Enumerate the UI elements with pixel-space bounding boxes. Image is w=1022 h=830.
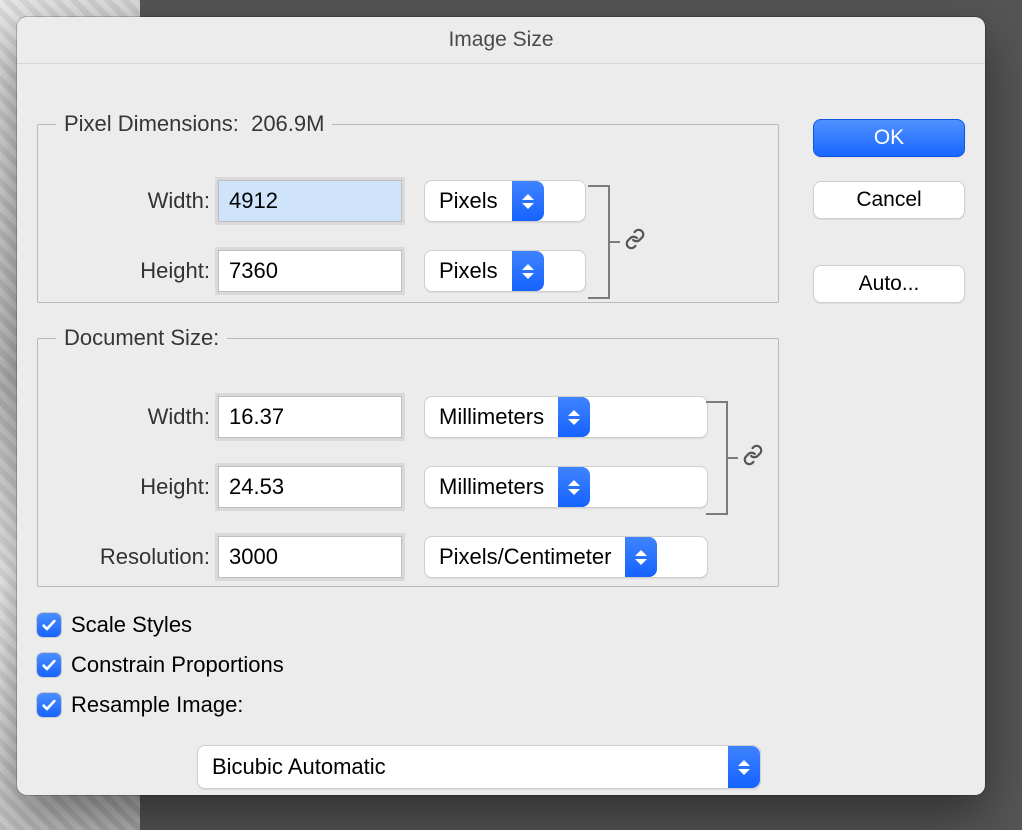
resolution-row: Resolution: Pixels/Centimeter (38, 533, 778, 581)
cancel-button[interactable]: Cancel (813, 181, 965, 219)
pixel-width-input[interactable] (218, 180, 402, 222)
document-height-row: Height: Millimeters (38, 463, 778, 511)
pixel-height-unit-value: Pixels (425, 258, 512, 284)
stepper-icon (512, 251, 544, 291)
document-width-unit-value: Millimeters (425, 404, 558, 430)
document-size-legend: Document Size: (56, 325, 227, 351)
pixel-dimensions-label: Pixel Dimensions: (64, 111, 239, 136)
resolution-unit-select[interactable]: Pixels/Centimeter (424, 536, 708, 578)
image-size-dialog: Image Size Pixel Dimensions: 206.9M Widt… (17, 17, 985, 795)
resample-method-value: Bicubic Automatic (198, 754, 728, 780)
document-height-input[interactable] (218, 466, 402, 508)
constrain-proportions-label: Constrain Proportions (71, 652, 284, 678)
document-size-group: Document Size: Width: Millimeters Height… (37, 325, 779, 587)
dialog-title: Image Size (17, 17, 985, 64)
pixel-width-unit-select[interactable]: Pixels (424, 180, 586, 222)
bracket-icon (588, 185, 610, 299)
auto-button[interactable]: Auto... (813, 265, 965, 303)
pixel-dimensions-group: Pixel Dimensions: 206.9M Width: Pixels H… (37, 111, 779, 303)
pixel-link-indicator (588, 185, 652, 299)
pixel-height-input[interactable] (218, 250, 402, 292)
constrain-proportions-checkbox[interactable]: Constrain Proportions (37, 645, 284, 685)
resolution-unit-value: Pixels/Centimeter (425, 544, 625, 570)
stepper-icon (728, 746, 760, 788)
resample-image-checkbox[interactable]: Resample Image: (37, 685, 284, 725)
resample-method-select[interactable]: Bicubic Automatic (197, 745, 761, 789)
scale-styles-label: Scale Styles (71, 612, 192, 638)
document-height-unit-value: Millimeters (425, 474, 558, 500)
checkbox-checked-icon (37, 693, 61, 717)
pixel-width-unit-value: Pixels (425, 188, 512, 214)
stepper-icon (625, 537, 657, 577)
pixel-height-label: Height: (38, 258, 218, 284)
document-width-unit-select[interactable]: Millimeters (424, 396, 708, 438)
checkbox-checked-icon (37, 653, 61, 677)
resample-image-label: Resample Image: (71, 692, 243, 718)
resolution-input[interactable] (218, 536, 402, 578)
document-width-row: Width: Millimeters (38, 393, 778, 441)
document-width-input[interactable] (218, 396, 402, 438)
stepper-icon (558, 467, 590, 507)
chain-link-icon[interactable] (624, 228, 646, 256)
chain-link-icon[interactable] (742, 444, 764, 472)
bracket-icon (706, 401, 728, 515)
dialog-content: Pixel Dimensions: 206.9M Width: Pixels H… (37, 87, 965, 781)
document-width-label: Width: (38, 404, 218, 430)
pixel-dimensions-size: 206.9M (251, 111, 324, 136)
document-height-label: Height: (38, 474, 218, 500)
pixel-height-row: Height: Pixels (38, 247, 778, 295)
ok-button[interactable]: OK (813, 119, 965, 157)
document-link-indicator (706, 401, 770, 515)
pixel-dimensions-legend: Pixel Dimensions: 206.9M (56, 111, 332, 137)
pixel-width-row: Width: Pixels (38, 177, 778, 225)
resolution-label: Resolution: (38, 544, 218, 570)
stepper-icon (512, 181, 544, 221)
scale-styles-checkbox[interactable]: Scale Styles (37, 605, 284, 645)
pixel-width-label: Width: (38, 188, 218, 214)
pixel-height-unit-select[interactable]: Pixels (424, 250, 586, 292)
options-checkboxes: Scale Styles Constrain Proportions Resam… (37, 605, 284, 725)
stepper-icon (558, 397, 590, 437)
checkbox-checked-icon (37, 613, 61, 637)
document-height-unit-select[interactable]: Millimeters (424, 466, 708, 508)
dialog-buttons: OK Cancel Auto... (813, 119, 965, 327)
